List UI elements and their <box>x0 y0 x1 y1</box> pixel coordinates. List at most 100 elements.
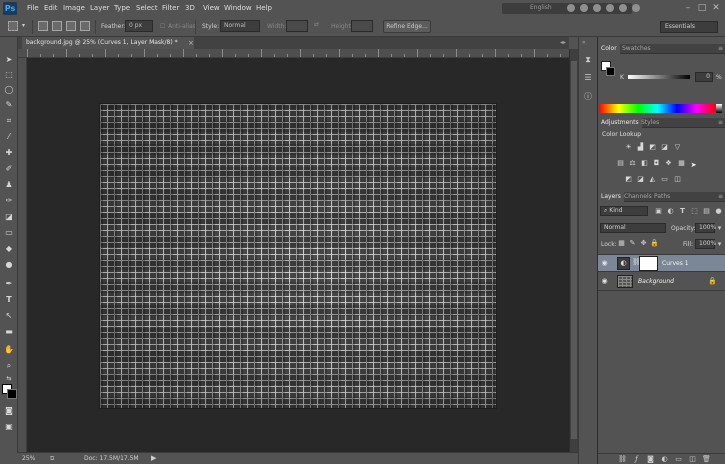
quick-selection-tool-icon[interactable]: ✎ <box>3 99 15 111</box>
path-selection-tool-icon[interactable]: ↖ <box>3 310 15 322</box>
layer-filter-kind-select[interactable]: ⌕ Kind <box>600 206 648 216</box>
width-input[interactable] <box>286 20 308 32</box>
lock-transparent-icon[interactable]: ▦ <box>617 239 626 248</box>
gradient-tool-icon[interactable]: ▭ <box>3 227 15 239</box>
layer-name[interactable]: Background <box>638 278 674 285</box>
scrollbar-thumb[interactable] <box>571 61 577 439</box>
globe-icon[interactable] <box>567 4 575 12</box>
link-layers-icon[interactable]: ⛓ <box>618 455 627 464</box>
new-adjustment-layer-icon[interactable]: ◐ <box>660 455 669 464</box>
photo-filter-icon[interactable]: ◘ <box>652 159 661 168</box>
menu-view[interactable]: View <box>203 4 220 12</box>
canvas-area[interactable] <box>27 58 569 452</box>
workspace-switcher[interactable]: Essentials <box>660 21 718 33</box>
close-tab-icon[interactable]: × <box>188 37 194 49</box>
background-color-swatch[interactable] <box>7 389 17 399</box>
filter-adjustment-icon[interactable]: ◐ <box>666 207 675 216</box>
swap-icon[interactable]: ⇄ <box>314 21 319 28</box>
k-channel-input[interactable]: 0 <box>695 72 713 82</box>
status-icon[interactable]: ⧉ <box>50 455 54 463</box>
fill-input[interactable]: 100% <box>695 239 716 249</box>
menu-file[interactable]: File <box>27 4 39 12</box>
eraser-tool-icon[interactable]: ◪ <box>3 211 15 223</box>
color-spectrum-bar[interactable] <box>599 104 716 113</box>
dodge-tool-icon[interactable]: ● <box>3 259 15 271</box>
settings-icon[interactable] <box>580 4 588 12</box>
zoom-level[interactable]: 25% <box>22 455 35 462</box>
intersect-selection-icon[interactable] <box>80 21 90 31</box>
brick-wall-image[interactable] <box>99 103 497 409</box>
tab-styles[interactable]: Styles <box>638 118 662 128</box>
layer-mask-thumbnail[interactable] <box>639 256 658 271</box>
brush-tool-icon[interactable]: ✐ <box>3 163 15 175</box>
crop-tool-icon[interactable]: ⌗ <box>3 115 15 127</box>
info-icon[interactable] <box>606 4 614 12</box>
visibility-eye-icon[interactable]: ◉ <box>600 277 609 286</box>
menu-3d[interactable]: 3D <box>185 4 195 12</box>
black-white-icon[interactable]: ◧ <box>640 159 649 168</box>
layer-row-curves[interactable]: ◉ ◐ ⛓ Curves 1 <box>598 254 725 272</box>
clone-stamp-tool-icon[interactable]: ♟ <box>3 179 15 191</box>
refresh-icon[interactable] <box>593 4 601 12</box>
filter-type-icon[interactable]: T <box>678 207 687 216</box>
close-window-button[interactable]: ✕ <box>710 2 722 14</box>
info-panel-icon[interactable]: ⓘ <box>583 92 593 102</box>
minimize-button[interactable]: – <box>682 2 694 14</box>
levels-icon[interactable]: ▟ <box>636 143 645 152</box>
posterize-icon[interactable]: ◪ <box>636 175 645 184</box>
dock-collapse-icon[interactable]: « <box>582 39 586 46</box>
preset-dropdown-arrow-icon[interactable]: ▾ <box>22 22 25 29</box>
filter-smart-object-icon[interactable]: ▤ <box>702 207 711 216</box>
background-layer-thumbnail[interactable] <box>617 275 633 288</box>
curves-icon[interactable]: ◩ <box>648 143 657 152</box>
exposure-icon[interactable]: ◪ <box>660 143 669 152</box>
quick-mask-icon[interactable]: ◙ <box>3 405 15 417</box>
screen-mode-icon[interactable]: ▣ <box>3 421 15 433</box>
help-icon[interactable] <box>619 4 627 12</box>
maximize-button[interactable]: □ <box>696 2 708 14</box>
move-tool-icon[interactable]: ➤ <box>3 54 15 66</box>
tab-collapse-icon[interactable]: ◂▸ <box>560 37 566 49</box>
add-to-selection-icon[interactable] <box>52 21 62 31</box>
menu-help[interactable]: Help <box>256 4 272 12</box>
refine-edge-button[interactable]: Refine Edge... <box>383 20 431 33</box>
hand-tool-icon[interactable]: ✋ <box>3 344 15 356</box>
tab-layers[interactable]: Layers <box>598 192 624 202</box>
tab-swatches[interactable]: Swatches <box>619 44 654 54</box>
tab-color[interactable]: Color <box>598 44 620 54</box>
selective-color-icon[interactable]: ◫ <box>673 175 682 184</box>
history-panel-icon[interactable]: ⧗ <box>583 55 593 65</box>
panel-menu-icon[interactable]: ≡ <box>718 118 723 128</box>
marquee-tool-preset-icon[interactable] <box>8 21 18 31</box>
marquee-tool-icon[interactable]: ⬚ <box>3 69 15 81</box>
threshold-icon[interactable]: ◭ <box>648 175 657 184</box>
new-group-icon[interactable]: ▭ <box>674 455 683 464</box>
gradient-map-icon[interactable]: ▭ <box>660 175 669 184</box>
new-selection-icon[interactable] <box>38 21 48 31</box>
feather-input[interactable]: 0 px <box>125 20 153 32</box>
visibility-eye-icon[interactable]: ◉ <box>600 259 609 268</box>
lasso-tool-icon[interactable]: ◯ <box>3 84 15 96</box>
tab-channels[interactable]: Channels <box>621 192 655 202</box>
panel-menu-icon[interactable]: ≡ <box>718 44 723 54</box>
lock-image-icon[interactable]: ✎ <box>628 239 637 248</box>
layer-name[interactable]: Curves 1 <box>662 260 689 267</box>
grayscale-ramp[interactable] <box>716 104 722 113</box>
pen-tool-icon[interactable]: ✒ <box>3 278 15 290</box>
color-lookup-icon[interactable]: ▦ <box>677 159 686 168</box>
lock-position-icon[interactable]: ✥ <box>639 239 648 248</box>
history-brush-tool-icon[interactable]: ✑ <box>3 195 15 207</box>
fill-dropdown-icon[interactable]: ▾ <box>715 240 724 249</box>
brightness-contrast-icon[interactable]: ☀ <box>624 143 633 152</box>
add-layer-mask-icon[interactable]: ◙ <box>646 455 655 464</box>
color-balance-icon[interactable]: ⚖ <box>628 159 637 168</box>
menu-edit[interactable]: Edit <box>44 4 58 12</box>
menu-filter[interactable]: Filter <box>162 4 179 12</box>
tab-paths[interactable]: Paths <box>651 192 673 202</box>
eyedropper-tool-icon[interactable]: ⁄ <box>3 131 15 143</box>
filter-pixel-icon[interactable]: ▣ <box>654 207 663 216</box>
healing-brush-tool-icon[interactable]: ✚ <box>3 147 15 159</box>
filter-shape-icon[interactable]: ⬚ <box>690 207 699 216</box>
menu-type[interactable]: Type <box>114 4 130 12</box>
color-panel-background-swatch[interactable] <box>606 67 615 76</box>
